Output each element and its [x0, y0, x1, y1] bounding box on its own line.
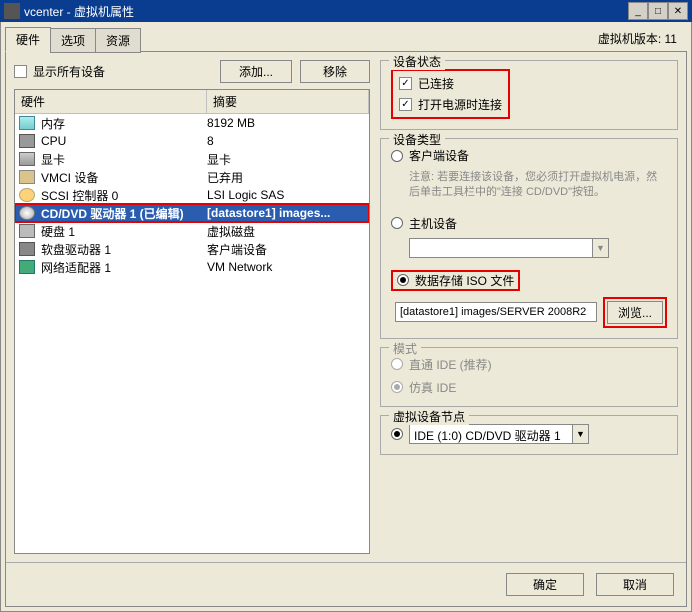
iso-file-radio[interactable]: [397, 274, 409, 286]
virtual-device-radio[interactable]: [391, 428, 403, 440]
table-row[interactable]: CPU 8: [15, 132, 369, 150]
tab-options[interactable]: 选项: [50, 28, 96, 53]
harddisk-icon: [19, 224, 35, 238]
connected-label: 已连接: [418, 75, 454, 92]
table-row[interactable]: 显卡 显卡: [15, 150, 369, 168]
passthrough-radio: [391, 358, 403, 370]
passthrough-label: 直通 IDE (推荐): [409, 356, 492, 373]
hardware-table: 硬件 摘要 内存 8192 MB CPU 8: [14, 89, 370, 554]
iso-file-label: 数据存储 ISO 文件: [415, 272, 514, 289]
chevron-down-icon: ▼: [592, 239, 608, 257]
window-title: vcenter - 虚拟机属性: [24, 3, 134, 20]
client-device-label: 客户端设备: [409, 147, 469, 164]
cancel-button[interactable]: 取消: [596, 573, 674, 596]
device-type-title: 设备类型: [389, 131, 445, 148]
mode-title: 模式: [389, 340, 421, 357]
scsi-icon: [19, 188, 35, 202]
connect-at-poweron-checkbox[interactable]: ✓: [399, 98, 412, 111]
device-status-title: 设备状态: [389, 53, 445, 70]
floppy-icon: [19, 242, 35, 256]
vm-version: 虚拟机版本: 11: [598, 30, 683, 47]
cd-icon: [19, 206, 35, 220]
device-status-group: 设备状态 ✓ 已连接 ✓ 打开电源时连接: [380, 60, 678, 130]
table-row[interactable]: SCSI 控制器 0 LSI Logic SAS: [15, 186, 369, 204]
title-bar: vcenter - 虚拟机属性 _ □ ✕: [0, 0, 692, 22]
tab-resources[interactable]: 资源: [95, 28, 141, 53]
table-row[interactable]: 软盘驱动器 1 客户端设备: [15, 240, 369, 258]
virtual-device-dropdown[interactable]: IDE (1:0) CD/DVD 驱动器 1 ▼: [409, 424, 589, 444]
connected-checkbox[interactable]: ✓: [399, 77, 412, 90]
table-row[interactable]: 硬盘 1 虚拟磁盘: [15, 222, 369, 240]
show-all-devices-label: 显示所有设备: [33, 63, 105, 80]
show-all-devices-checkbox[interactable]: [14, 65, 27, 78]
emulate-radio: [391, 381, 403, 393]
minimize-button[interactable]: _: [628, 2, 648, 20]
browse-button[interactable]: 浏览...: [607, 301, 663, 324]
chevron-down-icon[interactable]: ▼: [572, 425, 588, 443]
maximize-button[interactable]: □: [648, 2, 668, 20]
video-icon: [19, 152, 35, 166]
emulate-label: 仿真 IDE: [409, 379, 456, 396]
nic-icon: [19, 260, 35, 274]
col-hardware[interactable]: 硬件: [15, 90, 207, 113]
remove-button[interactable]: 移除: [300, 60, 370, 83]
col-summary[interactable]: 摘要: [207, 90, 369, 113]
host-device-dropdown: ▼: [409, 238, 609, 258]
host-device-label: 主机设备: [409, 215, 457, 232]
virtual-device-node-title: 虚拟设备节点: [389, 408, 469, 425]
mode-group: 模式 直通 IDE (推荐) 仿真 IDE: [380, 347, 678, 407]
table-row[interactable]: 网络适配器 1 VM Network: [15, 258, 369, 276]
table-row[interactable]: VMCI 设备 已弃用: [15, 168, 369, 186]
device-type-group: 设备类型 客户端设备 注意: 若要连接该设备，您必须打开虚拟机电源，然后单击工具…: [380, 138, 678, 339]
tab-hardware[interactable]: 硬件: [5, 27, 51, 52]
cpu-icon: [19, 134, 35, 148]
app-icon: [4, 3, 20, 19]
tab-strip: 硬件 选项 资源: [5, 26, 140, 51]
ok-button[interactable]: 确定: [506, 573, 584, 596]
table-row-selected[interactable]: CD/DVD 驱动器 1 (已编辑) [datastore1] images..…: [15, 204, 369, 222]
virtual-device-node-group: 虚拟设备节点 IDE (1:0) CD/DVD 驱动器 1 ▼: [380, 415, 678, 455]
memory-icon: [19, 116, 35, 130]
close-button[interactable]: ✕: [668, 2, 688, 20]
table-row[interactable]: 内存 8192 MB: [15, 114, 369, 132]
client-device-radio[interactable]: [391, 150, 403, 162]
client-device-note: 注意: 若要连接该设备，您必须打开虚拟机电源，然后单击工具栏中的"连接 CD/D…: [409, 170, 667, 201]
iso-path-input[interactable]: [datastore1] images/SERVER 2008R2: [395, 302, 597, 322]
host-device-radio[interactable]: [391, 217, 403, 229]
vmci-icon: [19, 170, 35, 184]
add-button[interactable]: 添加...: [220, 60, 292, 83]
connect-at-poweron-label: 打开电源时连接: [418, 96, 502, 113]
